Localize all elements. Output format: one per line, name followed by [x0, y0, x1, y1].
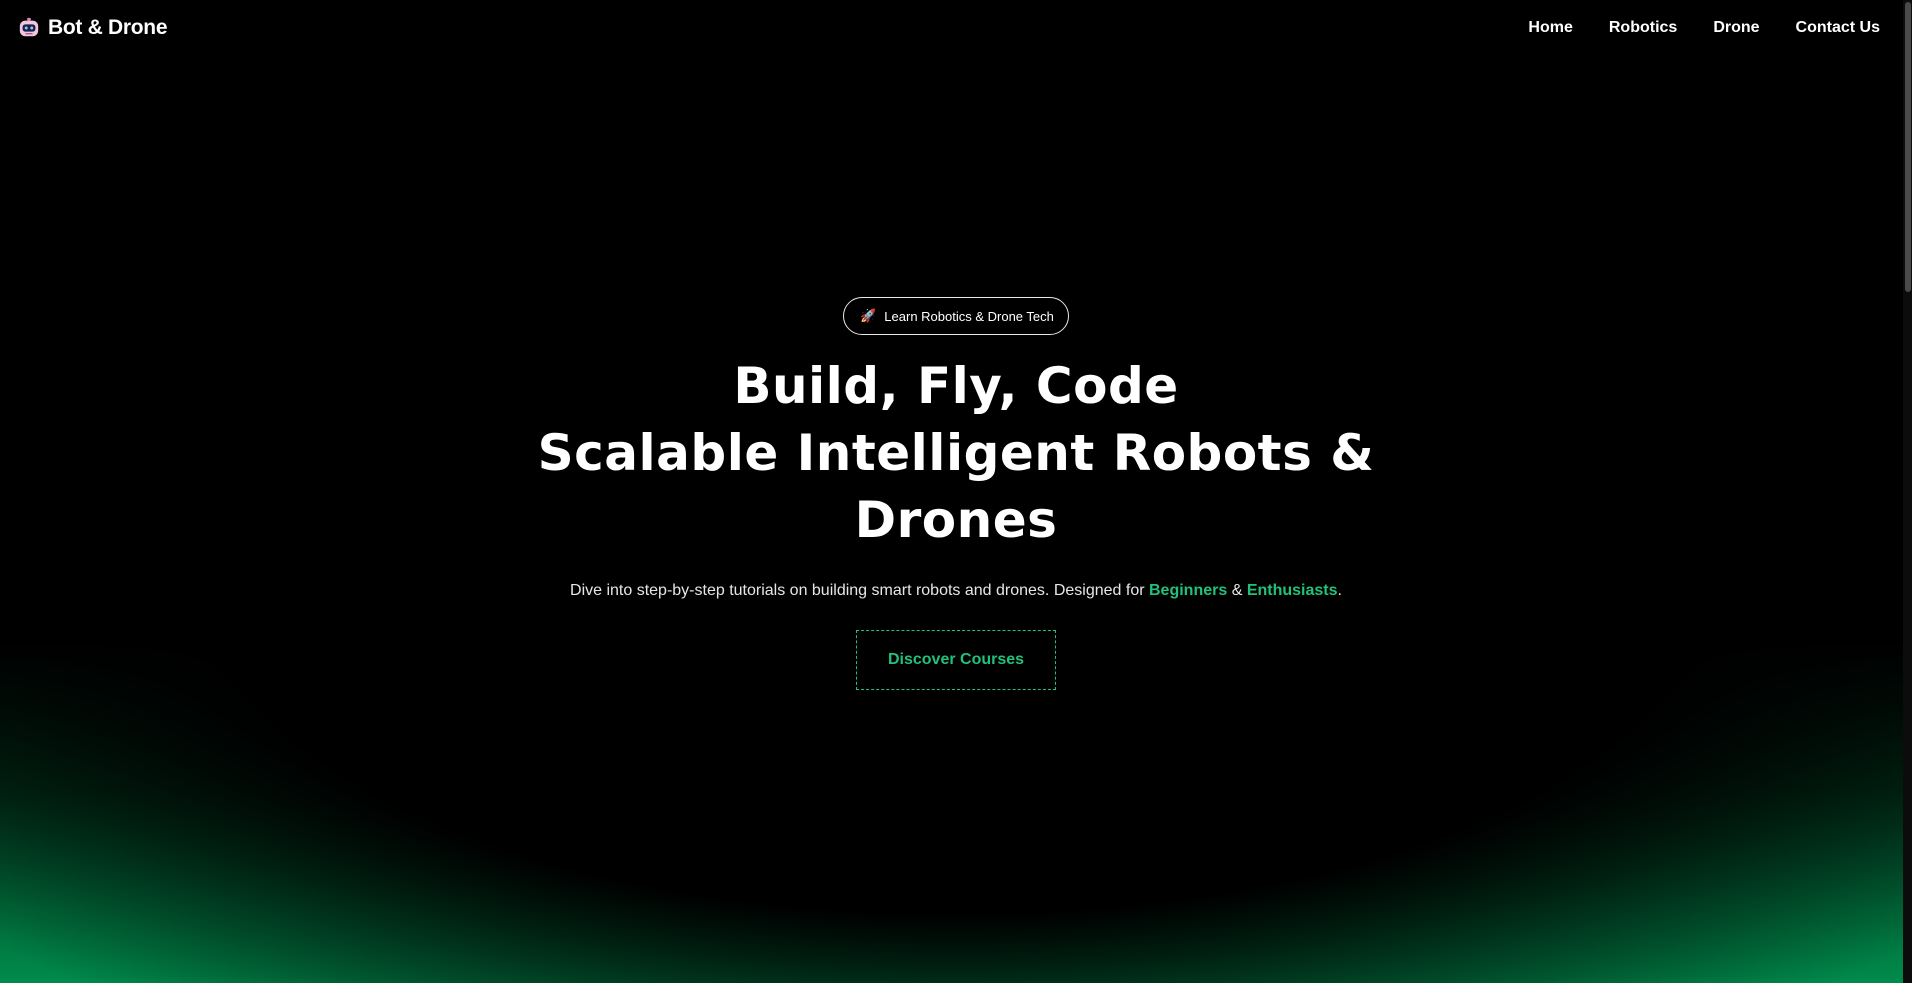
main-nav: Home Robotics Drone Contact Us [1528, 19, 1880, 37]
hero-badge-label: Learn Robotics & Drone Tech [884, 308, 1054, 324]
nav-drone[interactable]: Drone [1713, 19, 1759, 37]
landing-page: Bot & Drone Home Robotics Drone Contact … [0, 0, 1912, 983]
page-scrollbar[interactable] [1903, 0, 1912, 983]
highlight-beginners: Beginners [1149, 582, 1228, 599]
hero-title-line-1: Build, Fly, Code [733, 357, 1179, 415]
rocket-icon: 🚀 [860, 308, 877, 323]
subtitle-joiner: & [1231, 582, 1243, 599]
highlight-enthusiasts: Enthusiasts [1246, 582, 1338, 599]
brand-name: Bot & Drone [48, 16, 168, 39]
green-glow-background [0, 640, 1912, 983]
nav-home[interactable]: Home [1528, 19, 1572, 37]
nav-robotics[interactable]: Robotics [1609, 19, 1677, 37]
nav-contact-us[interactable]: Contact Us [1796, 19, 1880, 37]
hero-section: 🚀 Learn Robotics & Drone Tech Build, Fly… [0, 297, 1912, 690]
hero-title-line-3: Drones [854, 491, 1058, 549]
subtitle-period: . [1337, 582, 1342, 599]
brand-logo[interactable]: Bot & Drone [18, 16, 168, 40]
hero-subtitle: Dive into step-by-step tutorials on buil… [0, 582, 1912, 600]
site-header: Bot & Drone Home Robotics Drone Contact … [0, 0, 1912, 56]
hero-subtitle-text: Dive into step-by-step tutorials on buil… [570, 582, 1145, 599]
hero-title: Build, Fly, Code Scalable Intelligent Ro… [0, 353, 1912, 554]
robot-icon [19, 17, 39, 37]
discover-courses-button[interactable]: Discover Courses [856, 630, 1056, 690]
hero-badge[interactable]: 🚀 Learn Robotics & Drone Tech [843, 297, 1069, 335]
hero-title-line-2: Scalable Intelligent Robots & [537, 424, 1375, 482]
scrollbar-thumb[interactable] [1905, 2, 1911, 292]
